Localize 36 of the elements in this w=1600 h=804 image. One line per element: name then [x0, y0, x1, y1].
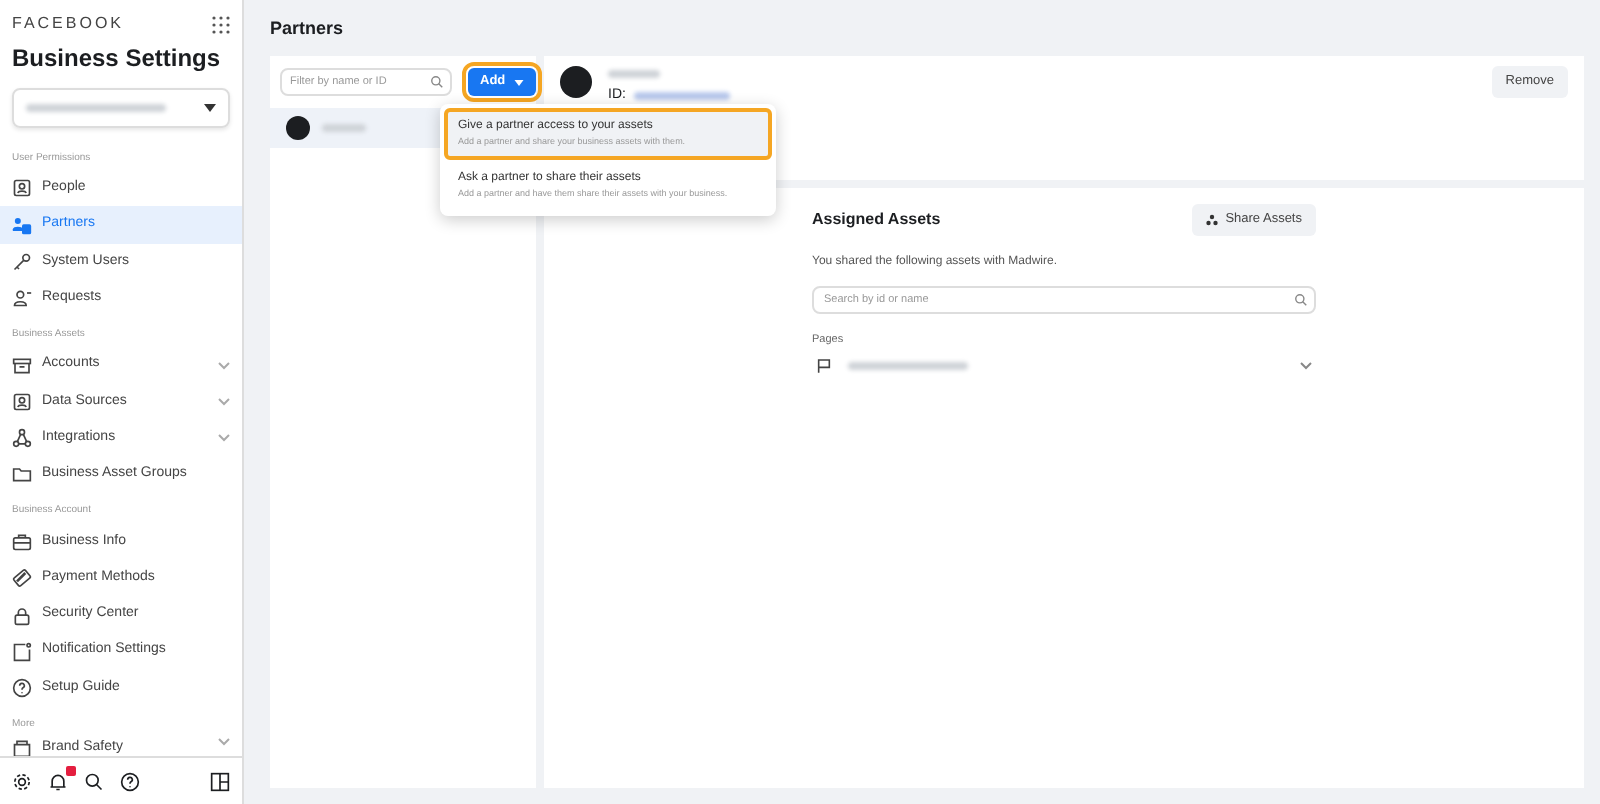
redacted-text: [26, 103, 166, 112]
folder-icon: [12, 464, 32, 485]
search-icon: [1294, 292, 1308, 307]
people-icon: [12, 215, 32, 236]
nodes-icon: [12, 428, 32, 449]
page-heading: Partners: [270, 16, 346, 42]
apps-grid-icon[interactable]: [212, 15, 230, 33]
person-icon: [12, 391, 32, 412]
lock-icon: [12, 605, 32, 626]
settings-icon[interactable]: [12, 771, 32, 792]
caret-icon: [204, 103, 216, 112]
notification-icon: [12, 641, 32, 662]
section-title: Assigned Assets: [812, 207, 941, 232]
redacted-text: [608, 70, 660, 78]
avatar: [560, 66, 592, 98]
layout-icon[interactable]: [210, 771, 230, 792]
share-icon: [1205, 213, 1218, 226]
help-icon: [12, 677, 32, 698]
box-icon: [12, 355, 32, 376]
caret-icon: [513, 79, 524, 85]
card-icon: [12, 568, 32, 589]
help-icon[interactable]: [120, 771, 140, 792]
avatar: [286, 116, 310, 140]
redacted-text: [848, 362, 968, 370]
person-icon: [12, 178, 32, 199]
search-icon[interactable]: [84, 771, 104, 792]
key-icon: [12, 251, 32, 272]
flag-icon: [816, 358, 832, 374]
briefcase-icon: [12, 532, 32, 553]
brand-logo: FACEBOOK: [12, 12, 125, 36]
notification-icon[interactable]: [48, 771, 68, 792]
chevron-icon: [1300, 362, 1312, 370]
search-icon: [430, 75, 444, 89]
notification-badge: [66, 766, 76, 777]
page-title: Business Settings: [10, 42, 223, 76]
person-icon: [12, 287, 32, 308]
